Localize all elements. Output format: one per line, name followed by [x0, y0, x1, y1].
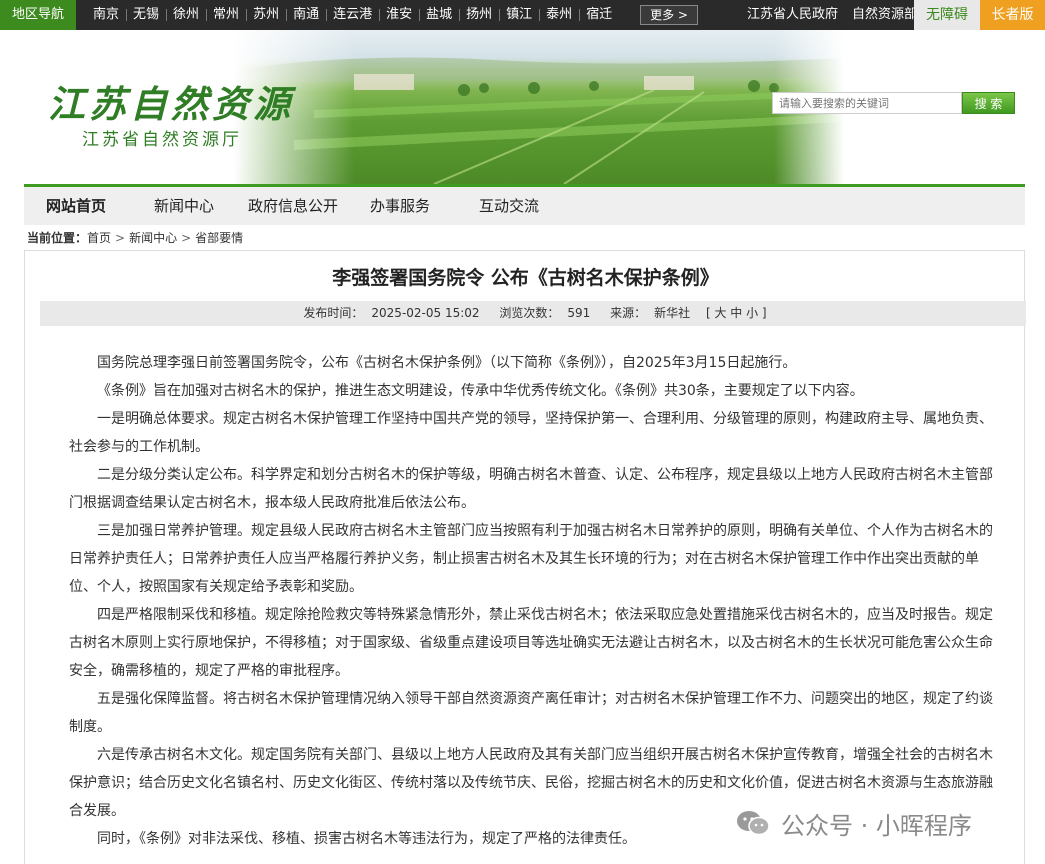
font-size-control[interactable]: [ 大 中 小 ] — [706, 306, 767, 320]
link-jiangsu-government[interactable]: 江苏省人民政府 — [740, 0, 845, 30]
breadcrumb-home[interactable]: 首页 — [87, 231, 111, 245]
nav-interaction[interactable]: 互动交流 — [479, 187, 539, 225]
region-nav-bar: 地区导航 南京 无锡 徐州 常州 苏州 南通 连云港 淮安 盐城 扬州 镇江 泰… — [0, 0, 1045, 30]
accessibility-button[interactable]: 无障碍 — [914, 0, 980, 30]
article-paragraph: 五是强化保障监督。将古树名木保护管理情况纳入领导干部自然资源资产离任审计；对古树… — [69, 691, 993, 735]
region-nav-label: 地区导航 — [0, 0, 76, 30]
article-source: 来源： 新华社 — [610, 306, 691, 320]
more-cities-button[interactable]: 更多 > — [640, 5, 698, 25]
breadcrumb-label: 当前位置： — [27, 231, 88, 245]
city-link-wuxi[interactable]: 无锡 — [126, 0, 166, 30]
article-paragraph: 三是加强日常养护管理。规定县级人民政府古树名木主管部门应当按照有利于加强古树名木… — [69, 523, 993, 595]
article-meta: 发布时间： 2025-02-05 15:02 浏览次数： 591 来源： 新华社 [ … — [40, 301, 1026, 326]
article-title: 李强签署国务院令 公布《古树名木保护条例》 — [332, 267, 719, 289]
top-external-links: 江苏省人民政府 自然资源部 — [740, 0, 924, 30]
wechat-icon — [735, 809, 771, 837]
search-button[interactable]: 搜 索 — [962, 92, 1015, 114]
watermark: 公众号 · 小晖程序 — [735, 806, 972, 840]
city-link-xuzhou[interactable]: 徐州 — [166, 0, 206, 30]
city-link-nantong[interactable]: 南通 — [286, 0, 326, 30]
banner-farmland-image — [234, 30, 844, 184]
city-link-nanjing[interactable]: 南京 — [86, 0, 126, 30]
site-logo-title[interactable]: 江苏自然资源 — [48, 74, 294, 128]
search-input[interactable] — [772, 92, 962, 114]
article-paragraph: 四是严格限制采伐和移植。规定除抢险救灾等特殊紧急情形外，禁止采伐古树名木；依法采… — [69, 607, 993, 679]
article-paragraph: 《条例》旨在加强对古树名木的保护，推进生态文明建设，传承中华优秀传统文化。《条例… — [97, 383, 864, 399]
nav-home[interactable]: 网站首页 — [46, 187, 106, 225]
article-paragraph: 国务院总理李强日前签署国务院令，公布《古树名木保护条例》（以下简称《条例》），自… — [97, 355, 797, 371]
breadcrumb-current[interactable]: 省部要情 — [195, 231, 243, 245]
link-ministry-natural-resources[interactable]: 自然资源部 — [845, 0, 924, 30]
site-banner: 江苏自然资源 江苏省自然资源厅 搜 索 — [24, 30, 1025, 184]
nav-gov-info[interactable]: 政府信息公开 — [248, 187, 338, 225]
breadcrumb: 当前位置：首页 > 新闻中心 > 省部要情 — [27, 229, 243, 247]
article-paragraph: 一是明确总体要求。规定古树名木保护管理工作坚持中国共产党的领导，坚持保护第一、合… — [69, 411, 993, 455]
city-link-yangzhou[interactable]: 扬州 — [459, 0, 499, 30]
article-container: 李强签署国务院令 公布《古树名木保护条例》 发布时间： 2025-02-05 15… — [24, 250, 1026, 864]
site-logo-subtitle: 江苏省自然资源厅 — [82, 130, 242, 150]
elder-mode-button[interactable]: 长者版 — [980, 0, 1045, 30]
publish-time: 发布时间： 2025-02-05 15:02 — [303, 306, 480, 320]
city-link-suzhou[interactable]: 苏州 — [246, 0, 286, 30]
article-paragraph: 二是分级分类认定公布。科学界定和划分古树名木的保护等级，明确古树名木普查、认定、… — [69, 467, 993, 511]
main-nav: 网站首页 新闻中心 政府信息公开 办事服务 互动交流 — [24, 184, 1025, 225]
city-link-huaian[interactable]: 淮安 — [379, 0, 419, 30]
nav-services[interactable]: 办事服务 — [370, 187, 430, 225]
city-link-taizhou[interactable]: 泰州 — [539, 0, 579, 30]
city-link-yancheng[interactable]: 盐城 — [419, 0, 459, 30]
city-link-lianyungang[interactable]: 连云港 — [326, 0, 379, 30]
city-link-changzhou[interactable]: 常州 — [206, 0, 246, 30]
city-link-suqian[interactable]: 宿迁 — [579, 0, 619, 30]
chevron-right-icon: > — [181, 231, 192, 245]
view-count: 浏览次数： 591 — [499, 306, 591, 320]
article-body: 国务院总理李强日前签署国务院令，公布《古树名木保护条例》（以下简称《条例》），自… — [69, 349, 999, 853]
breadcrumb-news-center[interactable]: 新闻中心 — [129, 231, 177, 245]
watermark-text: 公众号 · 小晖程序 — [781, 811, 972, 840]
city-links: 南京 无锡 徐州 常州 苏州 南通 连云港 淮安 盐城 扬州 镇江 泰州 宿迁 — [86, 0, 619, 30]
nav-news-center[interactable]: 新闻中心 — [154, 187, 214, 225]
city-link-zhenjiang[interactable]: 镇江 — [499, 0, 539, 30]
chevron-right-icon: > — [115, 231, 126, 245]
